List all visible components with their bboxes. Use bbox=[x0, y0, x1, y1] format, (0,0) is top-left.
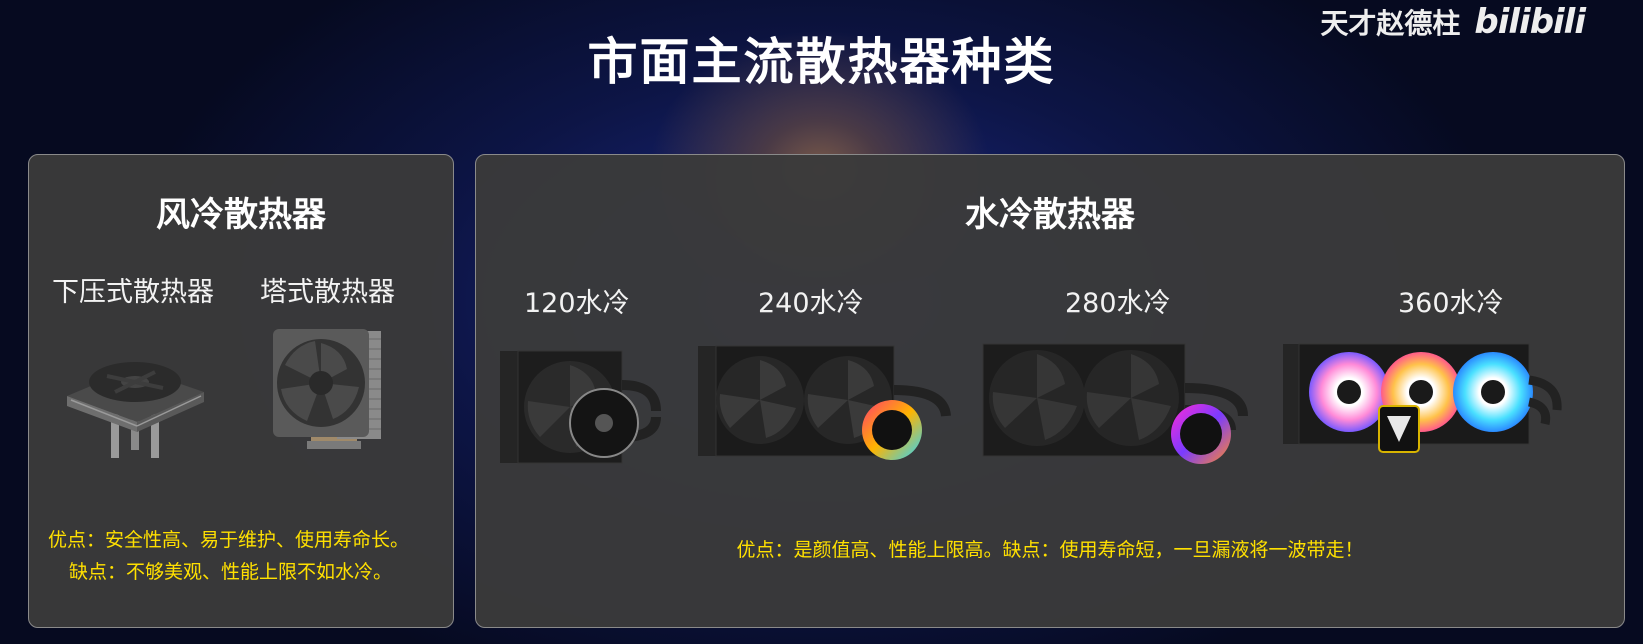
air-cooling-cons: 缺点：不够美观、性能上限不如水冷。 bbox=[69, 561, 393, 583]
type-label-tower: 塔式散热器 bbox=[260, 277, 395, 308]
bilibili-logo: bilibili bbox=[1474, 2, 1586, 42]
watermark: 天才赵德柱 bilibili bbox=[1320, 2, 1586, 42]
aio-280-icon bbox=[982, 343, 1248, 464]
aio-120-icon bbox=[500, 350, 661, 464]
tower-cooler-icon bbox=[273, 329, 381, 449]
water-cooling-note: 优点：是颜值高、性能上限高。缺点：使用寿命短，一旦漏液将一波带走！ bbox=[736, 539, 1364, 561]
type-label-240: 240水冷 bbox=[758, 288, 864, 319]
air-cooling-heading: 风冷散热器 bbox=[156, 195, 326, 235]
aio-360-icon bbox=[1283, 343, 1562, 453]
air-cooling-panel: 风冷散热器 下压式散热器 塔式散热器 优点：安全性高、易于维护、使用寿命长。 缺… bbox=[28, 154, 454, 628]
top-down-cooler-icon bbox=[67, 362, 204, 458]
watermark-author: 天才赵德柱 bbox=[1320, 7, 1461, 40]
type-label-120: 120水冷 bbox=[524, 288, 630, 319]
aio-240-icon bbox=[698, 345, 951, 460]
air-cooling-pros: 优点：安全性高、易于维护、使用寿命长。 bbox=[48, 529, 410, 551]
water-cooling-panel: 水冷散热器 120水冷 240水冷 280水冷 360水冷 优点：是颜值高、性能… bbox=[475, 154, 1625, 628]
type-label-280: 280水冷 bbox=[1065, 288, 1171, 319]
type-label-top-down: 下压式散热器 bbox=[52, 277, 214, 308]
water-cooling-heading: 水冷散热器 bbox=[965, 195, 1135, 235]
type-label-360: 360水冷 bbox=[1398, 288, 1504, 319]
